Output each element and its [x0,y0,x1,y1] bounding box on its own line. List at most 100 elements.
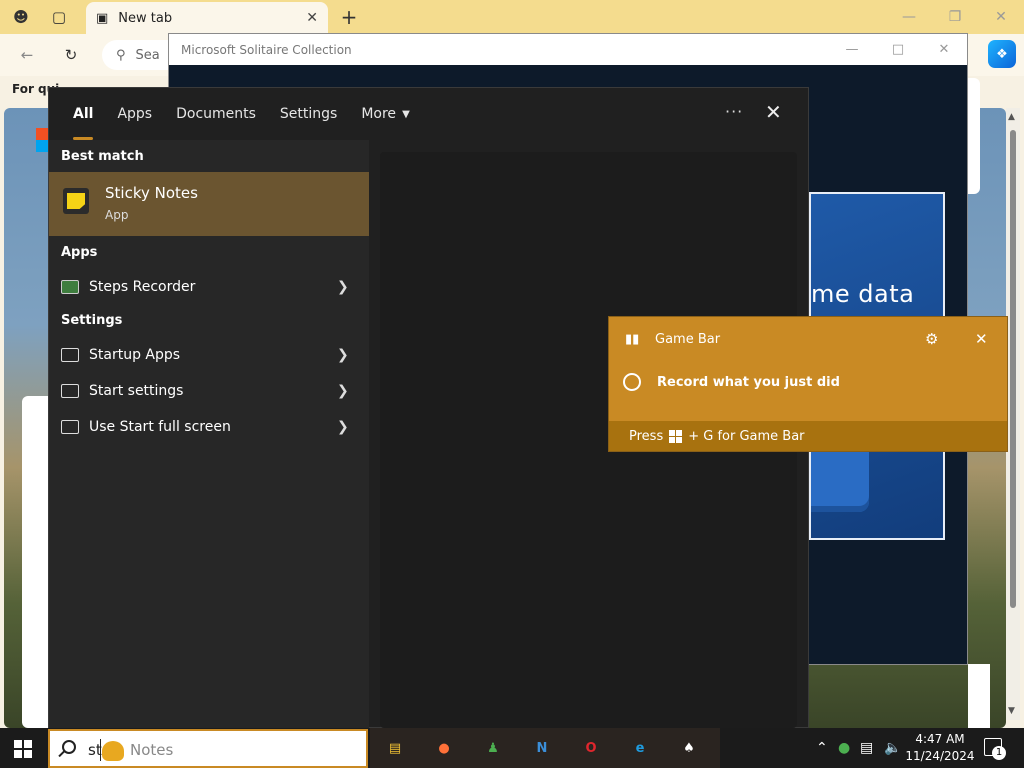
more-options-icon[interactable]: ··· [725,102,743,121]
result-label: Startup Apps [89,347,181,363]
chevron-right-icon[interactable]: ❯ [337,419,349,435]
result-steps-recorder[interactable]: Steps Recorder ❯ [49,270,369,304]
steps-recorder-icon [61,280,79,294]
best-match-item[interactable]: Sticky Notes App [49,172,369,236]
chevron-down-icon: ▼ [402,108,410,120]
text-caret [100,739,101,761]
tab-more[interactable]: More ▼ [349,88,421,140]
solitaire-panel-text: me data [811,280,915,308]
gear-icon[interactable]: ⚙ [925,330,938,348]
microsoft-logo-icon [36,128,48,152]
tab-documents-label: Documents [176,106,256,122]
chevron-up-icon[interactable]: ⌃ [816,740,828,756]
tab-actions-icon[interactable]: ▢ [48,6,70,28]
taskbar-apps: ▤ ● ♟ N Oe ♠ [370,728,720,768]
side-card-bottom [968,664,990,728]
restore-icon[interactable]: ❐ [932,0,978,34]
scroll-up-icon[interactable]: ▲ [1008,112,1015,122]
hint-suffix: + G for Game Bar [688,428,805,444]
browser-window-controls: — ❐ ✕ [886,0,1024,34]
n-app-icon[interactable]: N [529,736,555,760]
people-app-icon[interactable]: ♟ [480,736,506,760]
chevron-right-icon[interactable]: ❯ [337,383,349,399]
game-bar-title: Game Bar [655,332,721,347]
close-window-icon[interactable]: ✕ [921,34,967,65]
close-tab-icon[interactable]: ✕ [306,10,318,26]
new-tab-button[interactable]: + [338,5,360,29]
best-match-title: Sticky Notes [105,184,198,202]
back-icon[interactable]: ← [16,44,38,66]
search-icon: ⚲ [116,47,126,63]
maximize-icon[interactable]: □ [875,34,921,65]
clock-date: 11/24/2024 [905,749,975,763]
close-icon[interactable]: ✕ [765,100,782,124]
new-tab-page-icon: ▣ [96,10,109,26]
file-explorer-icon[interactable]: ▤ [382,736,408,760]
hint-prefix: Press [629,428,664,444]
tab-settings[interactable]: Settings [268,88,349,140]
tab-all[interactable]: All [61,88,105,140]
solitaire-window-controls: — □ ✕ [829,34,967,65]
tab-apps-label: Apps [117,106,153,122]
firefox-icon[interactable]: ● [431,736,457,760]
search-filter-tabs: All Apps Documents Settings More ▼ [49,88,808,140]
taskbar-search-box[interactable]: st Notes [48,729,368,768]
best-match-heading: Best match [61,149,144,164]
taskbar: st Notes ▤ ● ♟ N Oe ♠ ⌃ ● ▤ 🔈 4:47 AM 11/24/2… [0,728,1024,768]
search-results-list: Best match Sticky Notes App Apps Steps R… [49,140,369,728]
tab-apps[interactable]: Apps [105,88,164,140]
copilot-icon[interactable]: ❖ [988,40,1016,68]
search-icon [62,740,76,754]
browser-tab-title: New tab [118,10,173,26]
minimize-icon[interactable]: — [829,34,875,65]
close-icon[interactable]: ✕ [975,330,988,348]
scroll-down-icon[interactable]: ▼ [1008,706,1015,716]
address-placeholder: Sea [135,47,160,63]
tab-documents[interactable]: Documents [164,88,268,140]
chevron-right-icon[interactable]: ❯ [337,279,349,295]
search-suggestion-text: Notes [130,741,174,759]
start-settings-icon [61,384,79,398]
tab-more-label: More [361,106,397,122]
volume-icon[interactable]: 🔈 [884,740,901,756]
notification-count-badge: 1 [992,746,1006,760]
game-bar-notification: ▮▮ Game Bar ⚙ ✕ Record what you just did… [608,316,1008,452]
close-window-icon[interactable]: ✕ [978,0,1024,34]
sticky-notes-icon [63,188,89,214]
page-scrollbar[interactable]: ▲ ▼ [1006,108,1020,720]
record-icon [623,373,641,391]
clock-time: 4:47 AM [915,732,965,746]
result-startup-apps[interactable]: Startup Apps ❯ [49,338,369,372]
result-label: Use Start full screen [89,419,231,435]
people-tray-icon[interactable]: ● [838,740,850,756]
game-bar-hint: Press + G for Game Bar [609,421,1007,451]
opera-icon[interactable]: O [578,736,604,760]
edge-icon[interactable]: e [627,736,653,760]
profile-avatar-icon[interactable]: ☻ [10,6,32,28]
game-bar-icon: ▮▮ [625,332,640,347]
result-start-full-screen[interactable]: Use Start full screen ❯ [49,410,369,444]
browser-tab[interactable]: ▣ New tab ✕ [86,2,328,34]
scroll-thumb[interactable] [1010,130,1016,608]
solitaire-window-title: Microsoft Solitaire Collection [181,42,352,57]
search-highlight-icon [102,741,124,761]
settings-heading: Settings [61,313,123,328]
chevron-right-icon[interactable]: ❯ [337,347,349,363]
result-label: Start settings [89,383,184,399]
record-action[interactable]: Record what you just did [657,375,840,390]
windows-start-icon[interactable] [14,740,32,758]
tab-all-label: All [73,106,94,122]
minimize-icon[interactable]: — [886,0,932,34]
network-icon[interactable]: ▤ [860,740,873,756]
refresh-icon[interactable]: ↻ [60,44,82,66]
result-start-settings[interactable]: Start settings ❯ [49,374,369,408]
result-label: Steps Recorder [89,279,196,295]
best-match-subtitle: App [105,208,129,222]
windows-key-icon [669,429,683,443]
apps-heading: Apps [61,245,98,260]
solitaire-icon[interactable]: ♠ [676,736,702,760]
browser-tabstrip: ☻ ▢ ▣ New tab ✕ + — ❐ ✕ [0,0,1024,34]
startup-apps-icon [61,348,79,362]
tab-settings-label: Settings [279,106,338,122]
taskbar-clock[interactable]: 4:47 AM 11/24/2024 [904,731,976,765]
